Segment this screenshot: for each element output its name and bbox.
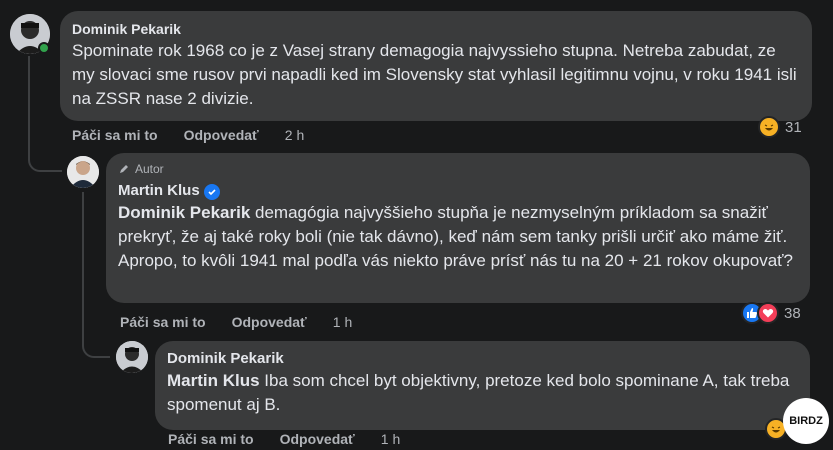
like-button[interactable]: Páči sa mi to — [72, 127, 158, 143]
reaction-count: 38 — [784, 304, 801, 322]
comment-timestamp[interactable]: 1 h — [333, 314, 352, 330]
comment-bubble: Autor Martin Klus Dominik Pekarik demagó… — [106, 153, 810, 303]
reaction-summary[interactable]: 31 — [758, 116, 802, 138]
thread-line — [82, 192, 84, 342]
mention-link[interactable]: Martin Klus — [167, 371, 260, 390]
author-badge-label: Autor — [135, 162, 164, 176]
comment-actions: Páči sa mi to Odpovedať 1 h — [120, 314, 352, 330]
comment-timestamp[interactable]: 2 h — [285, 127, 304, 143]
thread-connector — [82, 340, 110, 358]
user-avatar-icon — [116, 341, 148, 373]
reply-button[interactable]: Odpovedať — [184, 127, 259, 143]
watermark-text: BIRDZ — [789, 415, 823, 427]
comment-body: Iba som chcel byt objektivny, pretoze ke… — [167, 371, 790, 414]
online-status-dot — [38, 42, 50, 54]
comment-bubble: Dominik Pekarik Martin Klus Iba som chce… — [155, 341, 810, 430]
comment-actions: Páči sa mi to Odpovedať 2 h — [72, 127, 304, 143]
like-button[interactable]: Páči sa mi to — [120, 314, 206, 330]
verified-badge-icon — [203, 184, 220, 200]
reply-button[interactable]: Odpovedať — [280, 431, 355, 447]
haha-icon — [758, 116, 780, 138]
like-button[interactable]: Páči sa mi to — [168, 431, 254, 447]
reaction-summary[interactable]: 38 — [741, 302, 801, 324]
thread-line — [28, 56, 30, 156]
mention-link[interactable]: Dominik Pekarik — [118, 203, 250, 222]
reply-button[interactable]: Odpovedať — [232, 314, 307, 330]
love-icon — [757, 302, 779, 324]
comment-timestamp[interactable]: 1 h — [381, 431, 400, 447]
comment-text: Dominik Pekarik demagógia najvyššieho st… — [118, 201, 798, 273]
user-avatar-icon — [67, 156, 99, 188]
comment-author[interactable]: Martin Klus — [118, 182, 200, 199]
comment-author[interactable]: Dominik Pekarik — [72, 19, 800, 39]
reaction-count: 31 — [785, 118, 802, 136]
thread-connector — [28, 154, 62, 172]
comment-text: Spominate rok 1968 co je z Vasej strany … — [72, 41, 797, 108]
comment-actions: Páči sa mi to Odpovedať 1 h — [168, 431, 400, 447]
comment-author[interactable]: Dominik Pekarik — [167, 349, 798, 369]
avatar[interactable] — [116, 341, 148, 373]
watermark-logo: BIRDZ — [783, 398, 829, 444]
author-badge: Autor — [118, 161, 798, 177]
comment-bubble: Dominik Pekarik Spominate rok 1968 co je… — [60, 11, 812, 121]
comment-author-row: Martin Klus — [118, 181, 798, 201]
avatar[interactable] — [67, 156, 99, 188]
pencil-icon — [120, 165, 128, 173]
comment-text: Martin Klus Iba som chcel byt objektivny… — [167, 369, 798, 417]
